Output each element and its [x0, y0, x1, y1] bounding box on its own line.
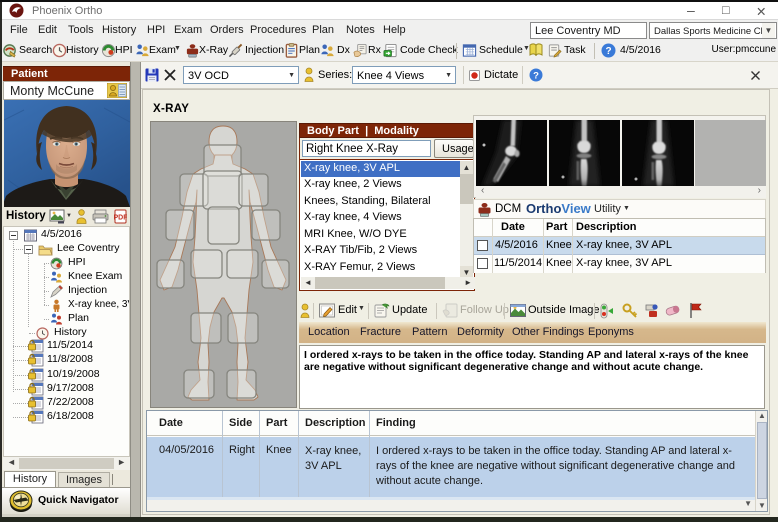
- svg-text:PDF: PDF: [114, 215, 127, 222]
- svg-text:?: ?: [533, 71, 539, 82]
- svg-text:?: ?: [605, 46, 611, 57]
